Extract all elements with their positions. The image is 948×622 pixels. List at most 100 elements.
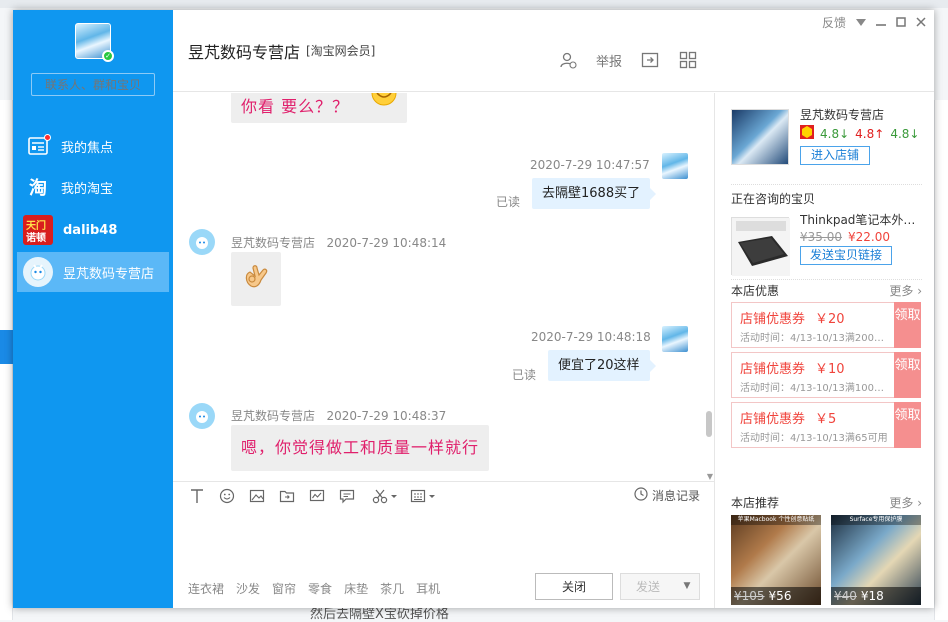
message-timestamp: 2020-7-29 10:48:14 [326,236,447,250]
font-icon[interactable] [187,486,207,506]
sidebar-item-focus[interactable]: 我的焦点 [17,127,169,165]
consulting-title: 正在咨询的宝贝 [731,192,816,206]
menu-dropdown-icon[interactable] [856,16,866,30]
coupon-card[interactable]: 店铺优惠券 ￥20 活动时间：4/13-10/13满200可用 领取 [731,302,921,348]
clock-icon [634,487,648,504]
my-message-avatar[interactable] [662,326,688,352]
shop-name[interactable]: 昱芃数码专营店 [800,106,884,123]
shop-ratings: 4.8↓ 4.8↑ 4.8↓ [800,125,919,142]
message-header: 昱芃数码专营店 2020-7-29 10:48:14 [231,234,446,251]
coupon-card[interactable]: 店铺优惠券 ￥5 活动时间：4/13-10/13满65可用 领取 [731,402,921,448]
shop-message-avatar[interactable] [189,403,215,429]
item-old-price: ¥35.00 [800,230,842,244]
read-status: 已读 [496,195,521,209]
quick-tag[interactable]: 窗帘 [272,580,296,597]
rating-description: 4.8↓ [820,126,850,141]
page-title[interactable]: 昱芃数码专营店 [188,39,300,63]
chat-header: 昱芃数码专营店 [淘宝网会员] 反馈 举报 [173,10,934,92]
chevron-right-icon: › [913,496,922,510]
chat-messages[interactable]: 你看 要么？？ 2020-7-29 10:47:57 已读 去隔壁1688买了 … [173,93,714,481]
feedback-link[interactable]: 反馈 [822,14,846,31]
message-text: 你看 要么？？ [241,97,350,116]
recommended-item-caption: 苹果Macbook 个性创意贴纸 [731,515,821,525]
right-info-panel: 昱芃数码专营店 4.8↓ 4.8↑ 4.8↓ 进入店铺 正在咨询的宝贝 Thin… [714,93,934,608]
message-bubble-incoming: 你看 要么？？ [231,93,408,123]
maximize-icon[interactable] [896,16,906,30]
send-button[interactable]: 发送 [620,573,676,600]
member-badge: [淘宝网会员] [306,44,376,58]
scrollbar-thumb[interactable] [706,411,712,437]
shop-level-icon [800,125,814,142]
add-contact-icon[interactable] [558,50,578,70]
recommend-more-link[interactable]: 更多 › [889,494,922,511]
recommended-item-price: ¥40 ¥18 [831,587,921,605]
item-image[interactable] [731,217,790,276]
rating-service: 4.8↑ [855,126,885,141]
more-label: 更多 [889,284,914,298]
file-icon[interactable] [277,486,297,506]
screenshot-scissors-icon[interactable] [371,486,399,506]
quick-tag[interactable]: 耳机 [416,580,440,597]
apps-grid-icon[interactable] [678,50,698,70]
sender-name: 昱芃数码专营店 [231,236,316,250]
svg-text:诺顿: 诺顿 [26,231,46,244]
recommended-item[interactable]: Surface专用保护膜 ¥40 ¥18 [831,515,921,605]
image-icon[interactable] [247,486,267,506]
divider [731,184,922,185]
message-bubble-incoming: 嗯，你觉得做工和质量一样就行 [231,425,490,471]
sidebar-item-label: 我的焦点 [61,140,114,156]
contact-search-input[interactable] [31,73,155,96]
report-button[interactable]: 举报 [596,51,622,70]
chart-screen-icon[interactable] [307,486,327,506]
message-text: 嗯，你觉得做工和质量一样就行 [241,438,480,457]
close-button[interactable]: 关闭 [535,573,613,600]
close-icon[interactable] [916,16,926,30]
send-item-link-button[interactable]: 发送宝贝链接 [800,246,892,265]
message-bubble-outgoing: 去隔壁1688买了 [532,178,657,209]
sidebar-item-contact-dalib48[interactable]: 天门 诺顿 dalib48 [17,211,169,249]
coupons-more-link[interactable]: 更多 › [889,282,922,299]
minimize-icon[interactable] [876,16,886,30]
quick-tag[interactable]: 连衣裙 [188,580,224,597]
coupons-title: 本店优惠 [731,284,780,298]
message-history-label: 消息记录 [651,489,700,503]
calculator-icon[interactable] [409,486,437,506]
send-options-dropdown-icon[interactable]: ▼ [675,573,700,600]
quick-tag[interactable]: 零食 [308,580,332,597]
claim-coupon-button[interactable]: 领取 [894,302,921,348]
message-input[interactable] [173,510,714,570]
message-timestamp: 2020-7-29 10:48:37 [326,409,447,423]
share-icon[interactable] [640,50,660,70]
svg-text:天门: 天门 [26,219,46,232]
message-timestamp: 2020-7-29 10:47:57 [530,158,650,172]
my-avatar[interactable]: ✓ [75,23,114,62]
shop-logo-image[interactable] [731,109,789,165]
sidebar-item-shop[interactable]: 昱芃数码专营店 [17,252,169,292]
scroll-down-arrow-icon[interactable]: ▼ [707,472,713,481]
quick-tag[interactable]: 床垫 [344,580,368,597]
rating-logistics: 4.8↓ [890,126,920,141]
window-controls: 反馈 [822,14,926,31]
chat-bubble-icon[interactable] [337,486,357,506]
message-history-button[interactable]: 消息记录 [634,487,700,504]
coupon-card[interactable]: 店铺优惠券 ￥10 活动时间：4/13-10/13满100可用 领取 [731,352,921,398]
claim-coupon-button[interactable]: 领取 [894,352,921,398]
quick-tag[interactable]: 茶几 [380,580,404,597]
claim-coupon-button[interactable]: 领取 [894,402,921,448]
enter-shop-button[interactable]: 进入店铺 [800,146,870,165]
contact-avatar: 天门 诺顿 [23,215,53,245]
recommended-item[interactable]: 苹果Macbook 个性创意贴纸 ¥105 ¥56 [731,515,821,605]
more-label: 更多 [889,496,914,510]
item-name[interactable]: Thinkpad笔记本外壳贴 [800,211,918,228]
my-message-avatar[interactable] [662,153,688,179]
chat-scrollbar[interactable]: ▼ [704,93,714,481]
quick-tag[interactable]: 沙发 [236,580,260,597]
sidebar: ✓ 我的焦点 淘 我的淘宝 天门诺顿 dalib48 昱 [13,10,173,608]
message-bubble-incoming [231,252,281,306]
shop-message-avatar[interactable] [189,229,215,255]
emoji-icon[interactable] [217,486,237,506]
sender-name: 昱芃数码专营店 [231,409,316,423]
sidebar-item-my-taobao[interactable]: 淘 我的淘宝 [17,168,169,206]
message-header: 昱芃数码专营店 2020-7-29 10:48:37 [231,407,446,424]
background-top-strip [0,0,948,8]
